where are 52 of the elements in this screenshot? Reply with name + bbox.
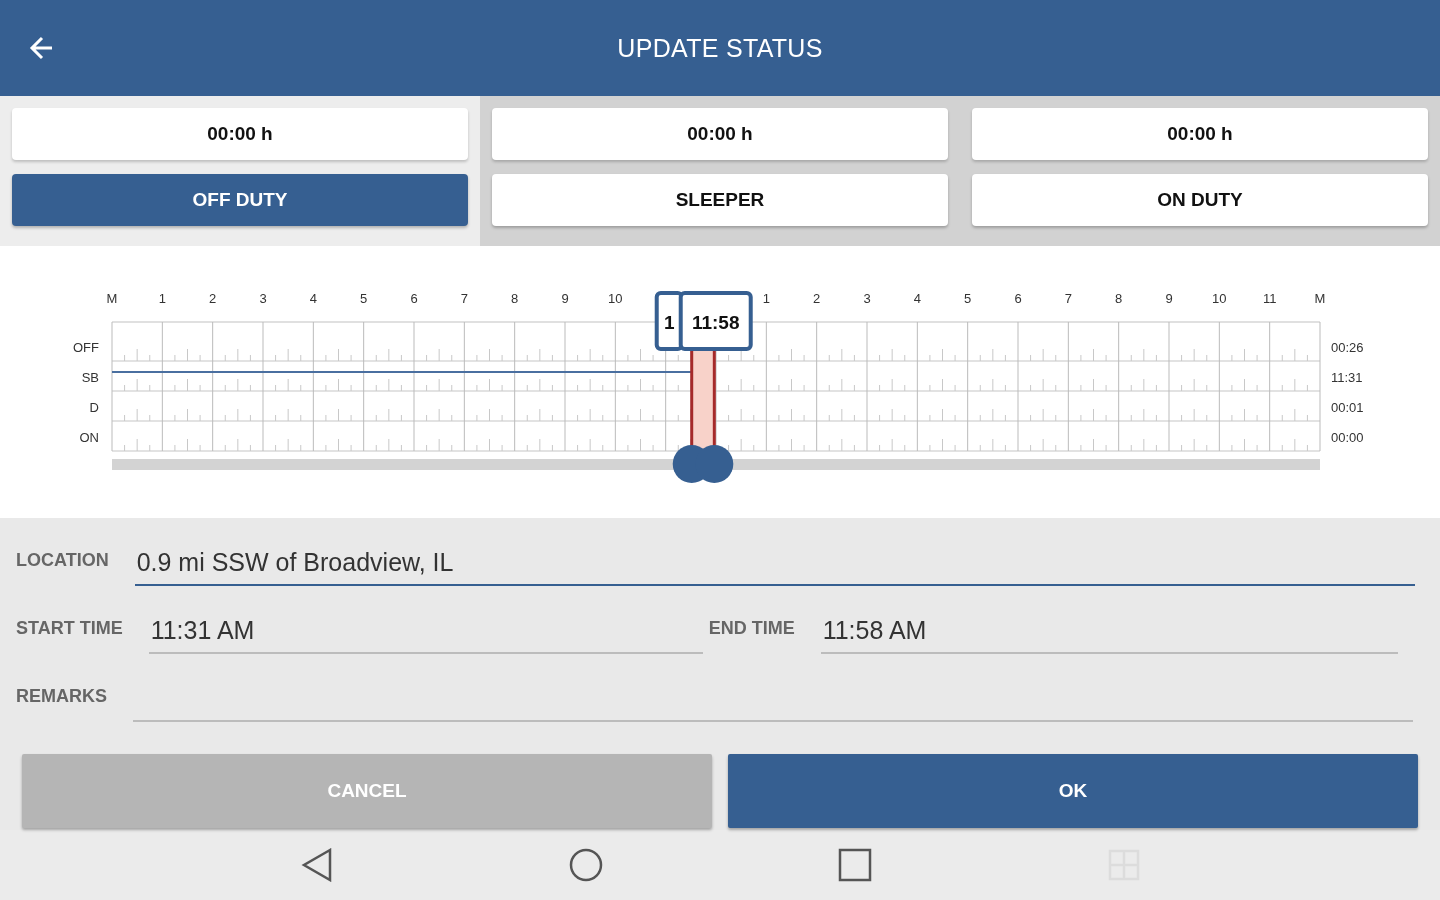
status-row-label: OFF [73, 340, 99, 355]
hour-label: 4 [309, 291, 317, 306]
duty-status-button[interactable]: ON DUTY [972, 174, 1428, 226]
hour-label: 3 [259, 291, 267, 306]
hour-label: 5 [360, 291, 368, 306]
hour-label: 2 [209, 291, 217, 306]
home-icon[interactable] [568, 848, 603, 882]
hour-label: 8 [1115, 291, 1123, 306]
screen-title: UPDATE STATUS [616, 33, 824, 63]
field-label: LOCATION [16, 550, 109, 572]
hour-label: 2 [813, 291, 821, 306]
text-field[interactable]: 0.9 mi SSW of Broadview, IL [134, 540, 1415, 586]
hour-label: 6 [1014, 291, 1022, 306]
duty-status-button[interactable]: SLEEPER [492, 174, 948, 226]
hour-label: M [1314, 291, 1326, 306]
duty-hours-display: 00:00 h [972, 108, 1428, 160]
status-total: 00:00 [1331, 430, 1364, 445]
hour-label: 1 [762, 291, 770, 306]
hour-label: 7 [460, 291, 468, 306]
back-icon[interactable] [300, 848, 333, 882]
status-row-label: D [89, 400, 99, 415]
status-total: 00:26 [1331, 340, 1364, 355]
text-field[interactable]: 11:31 AM [148, 608, 703, 654]
hour-label: 9 [561, 291, 569, 306]
text-field[interactable]: 11:58 AM [820, 608, 1398, 654]
time-tooltip: 11:58 [678, 291, 753, 351]
hour-label: 8 [511, 291, 519, 306]
duty-hours-display: 00:00 h [492, 108, 948, 160]
status-total: 11:31 [1331, 370, 1363, 385]
hour-label: 10 [1212, 291, 1227, 306]
status-row-label: ON [79, 430, 99, 445]
field-label: REMARKS [16, 686, 107, 708]
field-label: START TIME [16, 618, 123, 640]
duty-status-button[interactable]: OFF DUTY [12, 174, 468, 226]
hour-label: M [106, 291, 118, 306]
hour-label: 5 [964, 291, 972, 306]
hour-label: 1 [158, 291, 166, 306]
hour-label: 7 [1064, 291, 1072, 306]
hour-label: 11 [1262, 291, 1277, 306]
hour-label: 10 [608, 291, 623, 306]
duty-hours-display: 00:00 h [12, 108, 468, 160]
hour-label: 3 [863, 291, 871, 306]
status-total: 00:01 [1331, 400, 1364, 415]
field-label: END TIME [708, 618, 795, 640]
hour-label: 6 [410, 291, 418, 306]
hour-label: 4 [913, 291, 921, 306]
status-row-label: SB [81, 370, 99, 385]
ok-button[interactable]: OK [728, 754, 1418, 828]
range-handles[interactable] [672, 445, 734, 483]
recents-icon[interactable] [837, 848, 872, 882]
time-tooltip: 1 [654, 291, 684, 351]
hour-label: 9 [1165, 291, 1173, 306]
